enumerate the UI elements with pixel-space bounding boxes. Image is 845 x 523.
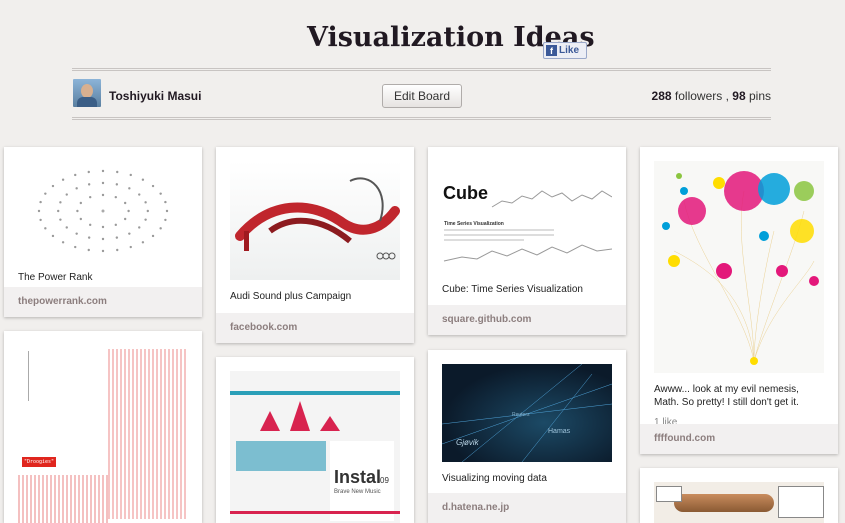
owner-name[interactable]: Toshiyuki Masui [109,89,201,103]
facebook-like-label: Like [559,45,580,56]
moving-word: Hamas [548,428,571,435]
pins-label: pins [748,89,771,103]
pin-description: The Power Rank [18,272,93,283]
pin-description: Cube: Time Series Visualization [442,284,583,295]
facebook-icon: f [546,45,557,56]
pin-image[interactable]: Hamas Gjøvik Reuters [442,364,612,462]
pin-image[interactable] [654,161,824,373]
pin-source[interactable]: square.github.com [428,305,626,335]
pin-source[interactable]: thepowerrank.com [4,287,202,317]
radial-dot-visual [37,169,169,253]
pin-description: Visualizing moving data [442,473,547,484]
instal-sub: 09 [380,476,389,485]
followers-count[interactable]: 288 [652,89,672,103]
audi-visual [235,177,400,260]
followers-label: followers , [674,89,729,103]
pin-source[interactable]: ffffound.com [640,424,838,454]
droogies-button: "Droogies" [22,457,56,467]
pin-card[interactable]: Hamas Gjøvik Reuters Visualizing moving … [428,350,626,523]
pin-description: Audi Sound plus Campaign [230,291,352,302]
pin-image[interactable] [18,161,188,261]
instal-visual: Instal 09 Brave New Music [230,391,400,521]
pin-image[interactable]: Instal 09 Brave New Music [230,371,400,523]
pin-card[interactable]: Awww... look at my evil nemesis, Math. S… [640,147,838,454]
pins-count[interactable]: 98 [732,89,745,103]
instal-title: Instal [334,467,381,487]
instal-tag: Brave New Music [334,489,381,495]
divider [72,117,771,118]
pin-source[interactable]: facebook.com [216,313,414,343]
edit-board-button[interactable]: Edit Board [382,84,462,108]
pin-card[interactable]: Audi Sound plus Campaign facebook.com [216,147,414,343]
pin-card[interactable]: "Droogies" [4,331,202,523]
bubble-visual [662,171,819,365]
moving-word: Gjøvik [456,438,479,447]
pin-source[interactable]: d.hatena.ne.jp [428,493,626,523]
pin-description: Awww... look at my evil nemesis, Math. S… [654,384,799,408]
owner-avatar[interactable] [73,79,101,107]
pin-image[interactable]: "Droogies" [18,345,188,523]
divider [72,68,771,69]
divider [72,70,771,71]
pin-card[interactable] [640,468,838,523]
cube-timeseries [443,190,612,262]
pin-image[interactable] [654,482,824,523]
pin-image[interactable]: Cube Time Series Visualization [442,161,612,273]
pin-card[interactable]: Instal 09 Brave New Music [216,357,414,523]
facebook-like-button[interactable]: f Like [543,42,587,59]
divider [72,119,771,120]
pin-card[interactable]: The Power Rank thepowerrank.com [4,147,202,317]
pin-card[interactable]: Cube Time Series Visualization Cube: Tim… [428,147,626,335]
board-stats: 288 followers , 98 pins [652,89,771,103]
moving-word: Reuters [512,412,530,418]
pin-image[interactable] [230,161,400,280]
